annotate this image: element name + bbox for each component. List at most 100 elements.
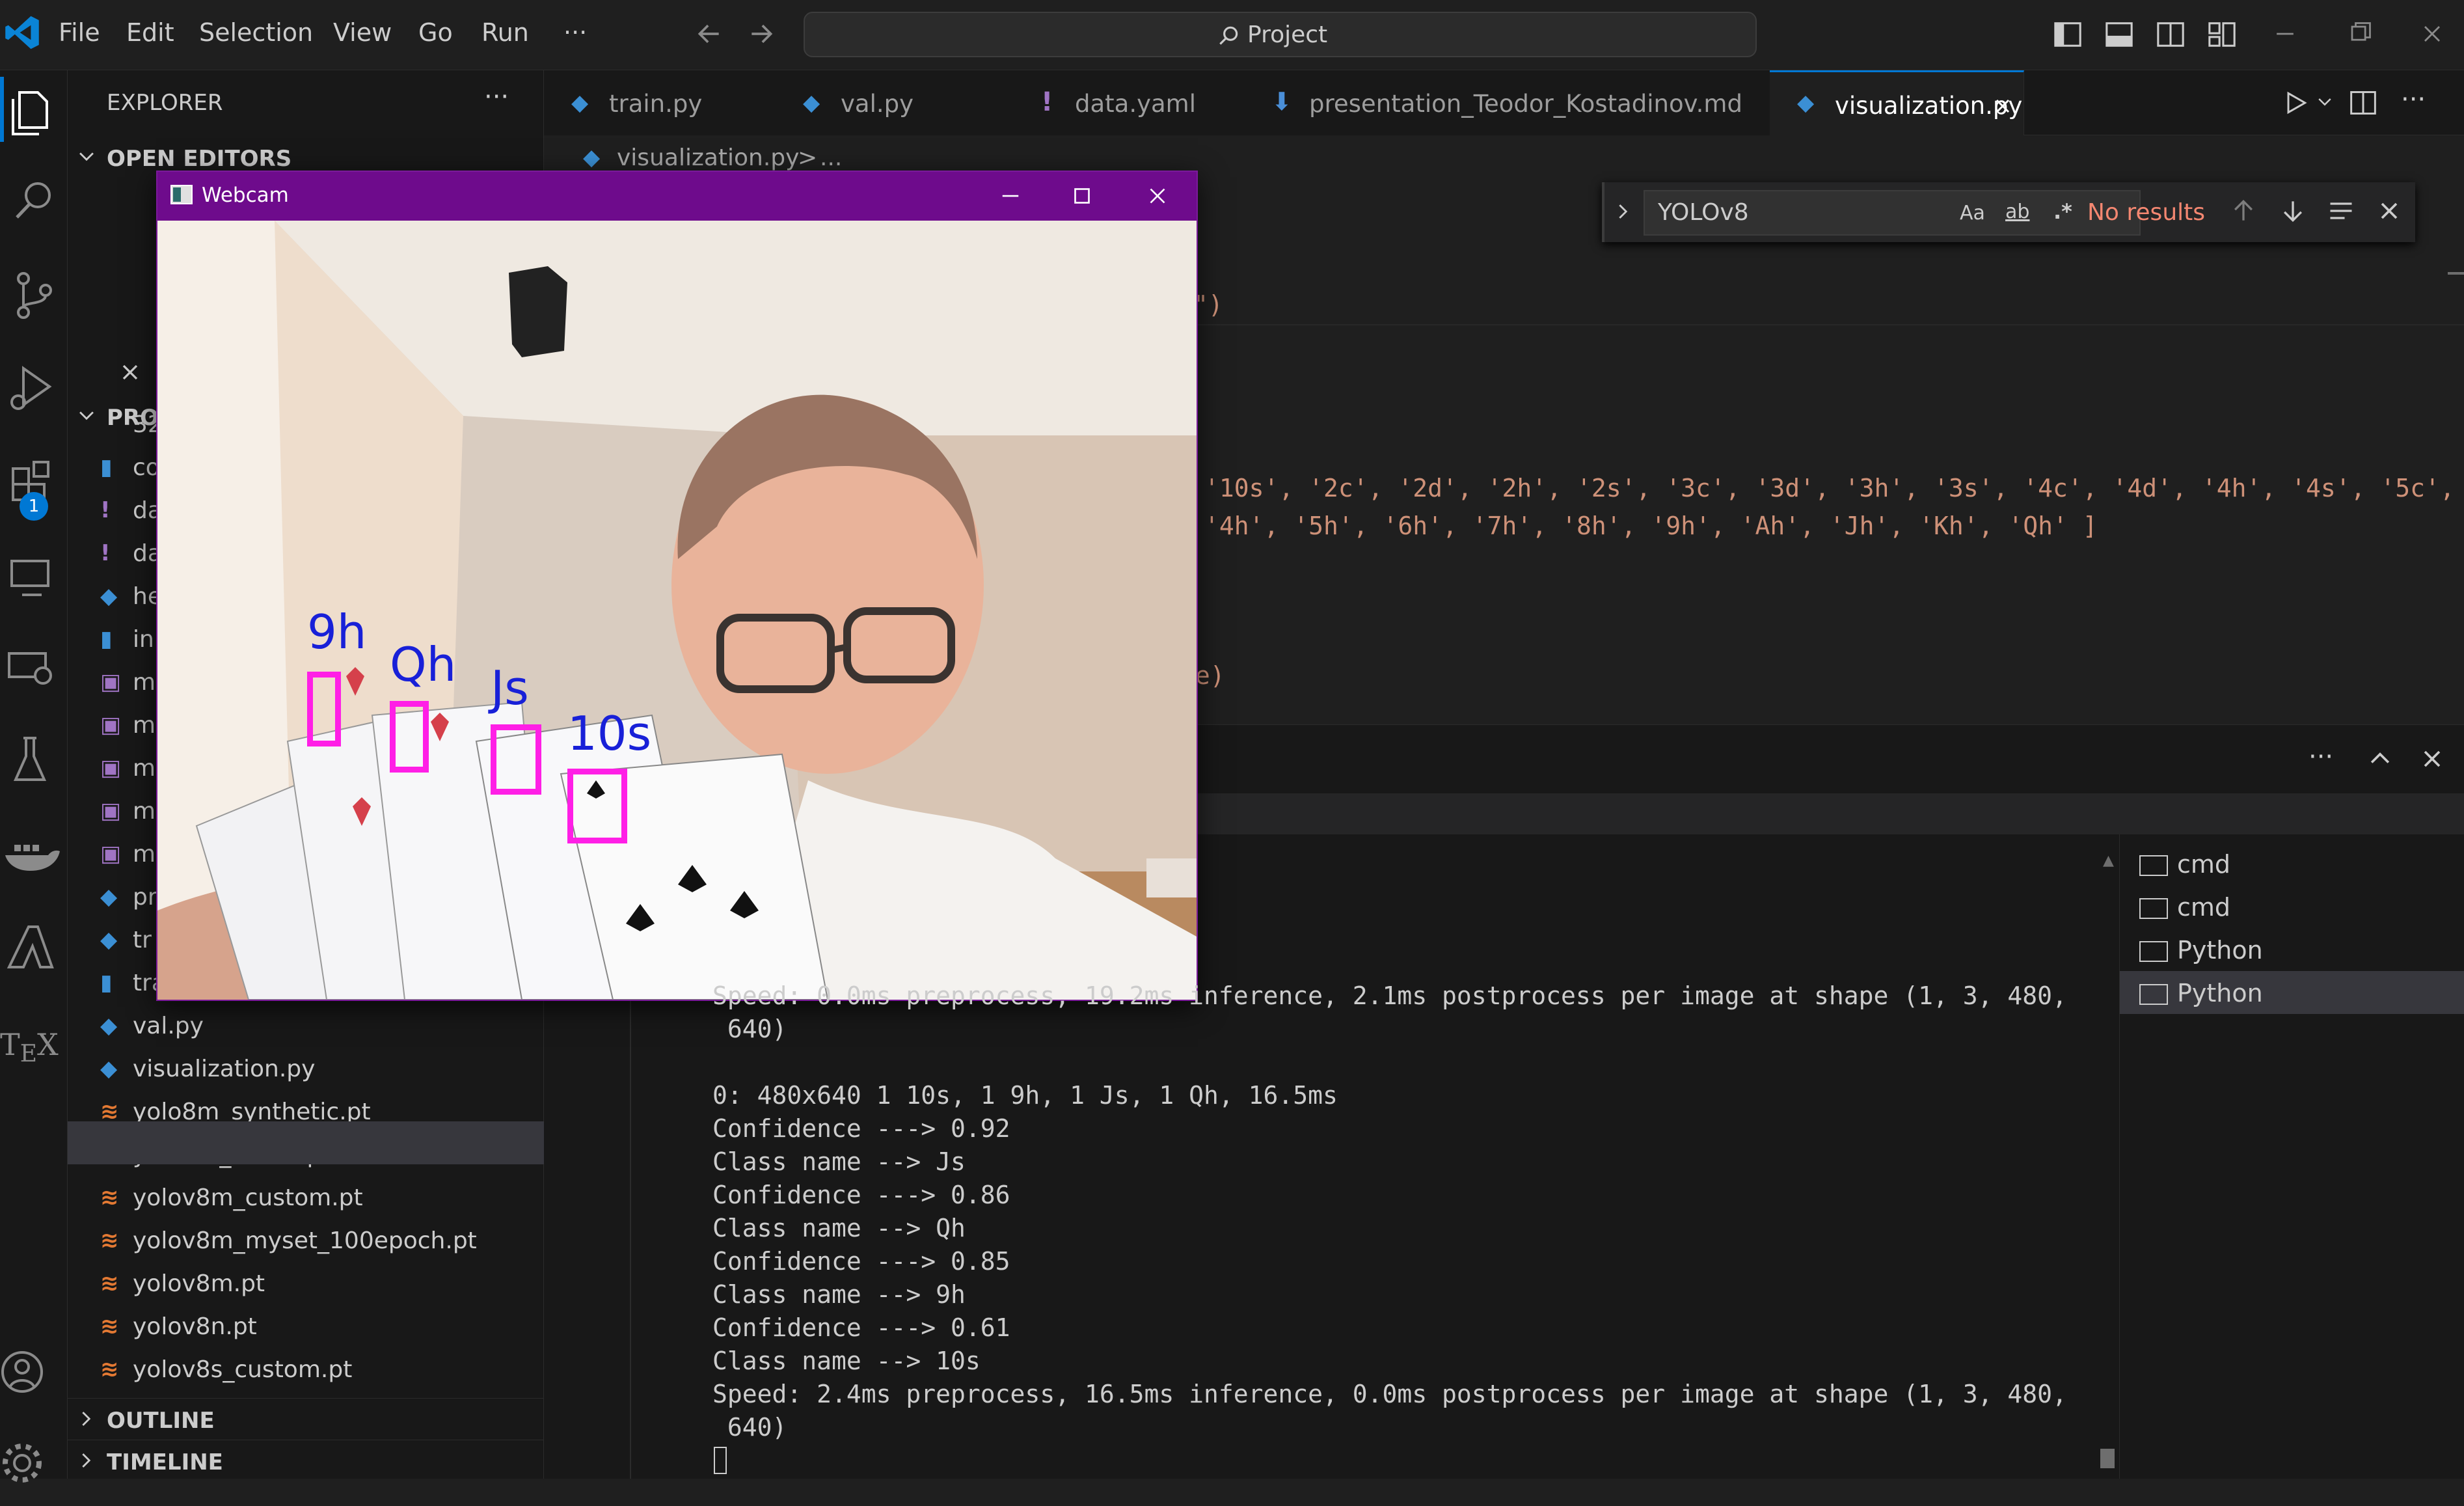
- azure-icon[interactable]: [0, 909, 68, 987]
- breadcrumb-more[interactable]: ...: [820, 144, 842, 171]
- open-editors-header[interactable]: OPEN EDITORS: [107, 146, 291, 172]
- match-case-toggle[interactable]: Aa: [1960, 202, 1985, 225]
- maximize-panel-icon[interactable]: [2366, 745, 2394, 773]
- find-widget: YOLOv8 Aa ab .* No results: [1602, 182, 2415, 242]
- chevron-down-icon[interactable]: [2315, 92, 2335, 112]
- close-find-icon[interactable]: [2375, 197, 2403, 225]
- terminal-line: 640): [712, 1015, 787, 1043]
- file-tree-item[interactable]: ≋ yolov8n.pt: [68, 1306, 544, 1349]
- tab-data-yaml[interactable]: ! data.yaml: [1010, 70, 1245, 135]
- close-window-icon[interactable]: [2418, 20, 2446, 48]
- terminal-icon: [2139, 898, 2168, 919]
- menu-edit[interactable]: Edit: [126, 18, 174, 47]
- customize-layout-icon[interactable]: [2207, 20, 2237, 49]
- next-match-icon[interactable]: [2279, 197, 2307, 225]
- restore-icon[interactable]: [2345, 20, 2374, 48]
- close-tab-icon[interactable]: [1991, 94, 2014, 118]
- panel-more-actions-button[interactable]: ···: [2308, 742, 2333, 772]
- regex-toggle[interactable]: .*: [2053, 199, 2072, 224]
- document-file-icon: ▮: [100, 970, 113, 996]
- timeline-section[interactable]: TIMELINE: [68, 1440, 544, 1480]
- scroll-up-arrow-icon[interactable]: ▲: [2103, 853, 2114, 869]
- toggle-panel-icon[interactable]: [2104, 20, 2134, 49]
- file-tree-item[interactable]: ≋ yolov8m_custom.pt: [68, 1177, 544, 1220]
- python-file-icon: ◆: [803, 90, 820, 116]
- find-in-selection-icon[interactable]: [2327, 197, 2355, 225]
- breadcrumb-file[interactable]: visualization.py: [617, 144, 799, 171]
- menu-view[interactable]: View: [333, 18, 392, 47]
- menu-selection[interactable]: Selection: [199, 18, 313, 47]
- model-file-icon: ≋: [100, 1356, 119, 1382]
- file-tree-item-label: m: [133, 755, 156, 782]
- file-tree-item-label: pr: [133, 884, 157, 910]
- tab-val-py[interactable]: ◆ val.py: [776, 70, 1010, 135]
- explorer-icon[interactable]: [0, 70, 68, 148]
- split-editor-icon[interactable]: [2349, 89, 2377, 117]
- menu-run[interactable]: Run: [481, 18, 529, 47]
- terminal-instance-item[interactable]: Python: [2120, 971, 2464, 1014]
- menu-more[interactable]: ···: [563, 18, 587, 47]
- chevron-right-icon: [82, 1412, 91, 1426]
- outline-section[interactable]: OUTLINE: [68, 1398, 544, 1438]
- terminal-instance-item[interactable]: cmd: [2120, 842, 2464, 885]
- file-tree-item[interactable]: ≋ yolov8m_myset_100epoch.pt: [68, 1220, 544, 1263]
- explorer-more-button[interactable]: ···: [484, 82, 509, 112]
- python-file-icon: ◆: [100, 927, 118, 953]
- selected-file-highlight: [68, 1121, 544, 1164]
- source-control-icon[interactable]: [0, 256, 68, 335]
- webcam-app-icon: [170, 185, 193, 204]
- breadcrumb-separator: >: [798, 144, 818, 171]
- toggle-secondary-sidebar-icon[interactable]: [2156, 20, 2186, 49]
- file-tree-item-label: m: [133, 712, 156, 739]
- find-input[interactable]: YOLOv8 Aa ab .*: [1644, 190, 2141, 236]
- docker-icon[interactable]: [0, 815, 68, 893]
- find-query: YOLOv8: [1658, 199, 1749, 226]
- run-debug-icon[interactable]: [0, 349, 68, 427]
- file-tree-item[interactable]: ◆ val.py: [68, 1005, 544, 1048]
- terminal-scrollbar[interactable]: [2100, 1449, 2115, 1468]
- webcam-close-icon[interactable]: [1144, 182, 1171, 210]
- webcam-maximize-icon[interactable]: [1068, 182, 1096, 210]
- whole-word-toggle[interactable]: ab: [2005, 200, 2029, 223]
- file-tree-item[interactable]: ≋ yolov8s_custom.pt: [68, 1349, 544, 1391]
- testing-flask-icon[interactable]: [0, 721, 68, 799]
- editor-more-actions-button[interactable]: ···: [2401, 85, 2426, 115]
- file-tree-item[interactable]: ◆ visualization.py: [68, 1048, 544, 1091]
- webcam-window[interactable]: Webcam 9h Qh Js 10s: [156, 171, 1198, 1001]
- previous-match-icon[interactable]: [2229, 197, 2258, 225]
- run-python-file-icon[interactable]: [2281, 89, 2310, 117]
- toggle-replace-chevron-icon[interactable]: [1612, 200, 1634, 223]
- back-arrow-icon[interactable]: [695, 20, 724, 48]
- settings-gear-icon[interactable]: [0, 1428, 68, 1506]
- vscode-logo-icon[interactable]: [4, 14, 40, 51]
- file-tree-item-label: in: [133, 626, 154, 653]
- search-view-icon[interactable]: [0, 161, 68, 240]
- close-panel-icon[interactable]: [2418, 745, 2446, 773]
- tab-visualization-py[interactable]: ◆ visualization.py: [1770, 70, 2024, 137]
- file-tree-item[interactable]: ≋ yolov8m.pt: [68, 1263, 544, 1306]
- yaml-file-icon: !: [100, 497, 111, 523]
- accounts-icon[interactable]: [0, 1334, 68, 1412]
- file-tree-item-label: val.py: [133, 1013, 204, 1039]
- minimize-icon[interactable]: [2271, 20, 2299, 48]
- menu-go[interactable]: Go: [418, 18, 453, 47]
- python-file-icon: ◆: [100, 884, 118, 910]
- tab-train-py[interactable]: ◆ train.py: [544, 70, 776, 135]
- remote-connection-icon[interactable]: [0, 629, 68, 707]
- command-center-search[interactable]: Project: [804, 12, 1757, 57]
- menu-file[interactable]: File: [59, 18, 100, 47]
- webcam-minimize-icon[interactable]: [997, 182, 1024, 210]
- terminal-instance-item[interactable]: cmd: [2120, 885, 2464, 928]
- close-icon[interactable]: [117, 359, 143, 385]
- detection-overlay: 9h Qh Js 10s: [157, 221, 1197, 1000]
- toggle-sidebar-icon[interactable]: [2053, 20, 2083, 49]
- python-file-icon: ◆: [100, 1056, 118, 1082]
- forward-arrow-icon[interactable]: [747, 20, 776, 48]
- remote-explorer-icon[interactable]: [0, 536, 68, 614]
- terminal-instance-label: Python: [2177, 979, 2263, 1007]
- terminal-instance-item[interactable]: Python: [2120, 928, 2464, 971]
- file-tree-item-label: m: [133, 669, 156, 696]
- tex-icon[interactable]: TEX: [0, 1027, 59, 1067]
- terminal-instance-label: cmd: [2177, 893, 2231, 922]
- tab-presentation-md[interactable]: ⬇ presentation_Teodor_Kostadinov.md: [1244, 70, 1770, 135]
